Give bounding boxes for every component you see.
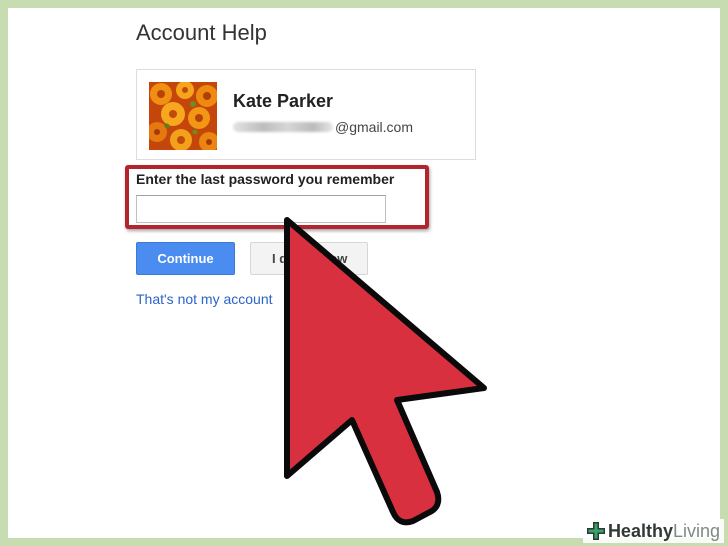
account-help-page: Account Help Kate Parker @gmail.com Ente…: [8, 8, 720, 538]
password-label: Enter the last password you remember: [136, 171, 395, 187]
healthy-living-watermark: Healthy Living: [582, 519, 724, 543]
account-name: Kate Parker: [233, 91, 334, 111]
password-input[interactable]: [136, 195, 386, 223]
email-redacted: [233, 122, 333, 132]
continue-button[interactable]: Continue: [136, 242, 235, 275]
not-my-account-link[interactable]: That's not my account: [136, 291, 273, 307]
watermark-brand-light: Living: [672, 520, 720, 541]
account-card: Kate Parker @gmail.com: [136, 69, 476, 160]
avatar: [149, 82, 217, 150]
plus-cross-icon: [586, 522, 605, 540]
dont-know-button[interactable]: I don't know: [250, 242, 368, 275]
watermark-brand-bold: Healthy: [607, 520, 673, 541]
page-title: Account Help: [136, 20, 267, 45]
email-domain: @gmail.com: [335, 119, 414, 135]
account-email: @gmail.com: [233, 119, 413, 135]
